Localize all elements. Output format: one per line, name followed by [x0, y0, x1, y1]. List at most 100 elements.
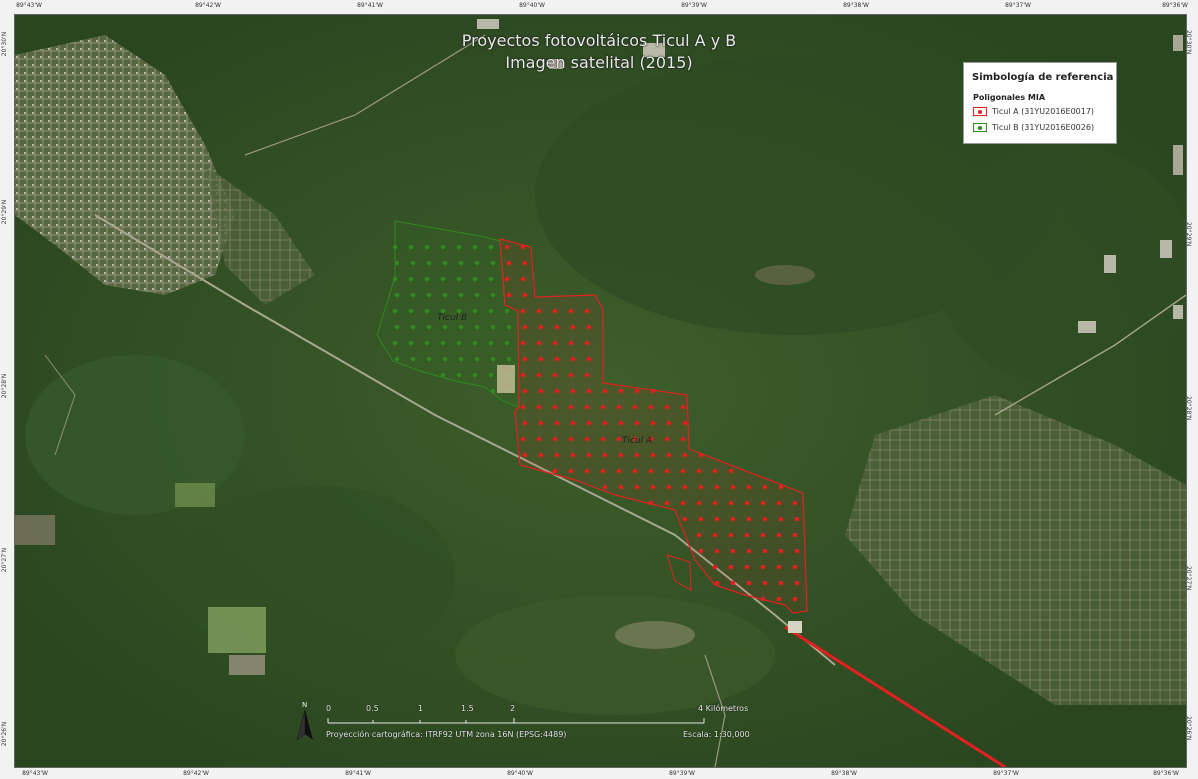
ticul-a-point [762, 548, 768, 554]
ticul-a-point [666, 484, 672, 490]
ticul-a-point [776, 564, 782, 570]
ticul-a-point [776, 596, 782, 602]
ticul-a-point [664, 500, 670, 506]
ticul-b-point [424, 340, 430, 346]
ticul-b-point [488, 340, 494, 346]
graticule-label: 20°27'N [1, 547, 8, 573]
ticul-a-point [728, 500, 734, 506]
ticul-a-point [618, 484, 624, 490]
legend-label: Ticul B (31YU2016E0026) [992, 123, 1095, 132]
ticul-a-point [728, 532, 734, 538]
ticul-b-point [458, 260, 464, 266]
ticul-a-point [698, 516, 704, 522]
ticul-b-point [488, 244, 494, 250]
ticul-a-point [522, 452, 528, 458]
scale-tick-label: 1.5 [461, 704, 474, 713]
ticul-b-point [490, 292, 496, 298]
ticul-b-point [474, 260, 480, 266]
label-ticul-b: Ticul B [437, 313, 468, 323]
ticul-a-point [520, 308, 526, 314]
ticul-b-point [410, 324, 416, 330]
ticul-b-point [424, 244, 430, 250]
graticule-label: 89°42'W [195, 2, 221, 9]
ticul-a-point [698, 452, 704, 458]
lot [1160, 240, 1172, 258]
ticul-b-point [410, 292, 416, 298]
lot [477, 19, 499, 29]
ticul-a-point [568, 340, 574, 346]
graticule-label: 20°27'N [1184, 566, 1192, 591]
ticul-b-point [394, 356, 400, 362]
ticul-a-point [602, 388, 608, 394]
ticul-a-point [696, 500, 702, 506]
north-arrow-icon: N [296, 701, 313, 741]
ticul-a-point [554, 420, 560, 426]
ticul-a-point [746, 548, 752, 554]
ticul-a-point [584, 340, 590, 346]
ticul-a-point [666, 452, 672, 458]
lot [1104, 255, 1116, 273]
ticul-a-point [666, 420, 672, 426]
ticul-b-point [424, 308, 430, 314]
ticul-a-point [504, 276, 510, 282]
scale-end-label: 4 Kilómetros [698, 704, 749, 713]
ticul-b-point [506, 324, 512, 330]
ticul-a-point [552, 340, 558, 346]
ticul-a-point [746, 580, 752, 586]
ticul-b-point [474, 324, 480, 330]
ticul-a-point [634, 484, 640, 490]
graticule-label: 89°36'W [1162, 2, 1188, 9]
ticul-a-point [616, 468, 622, 474]
ticul-a-point [794, 580, 800, 586]
graticule-label: 89°37'W [1005, 2, 1031, 9]
ticul-a-point [632, 404, 638, 410]
ticul-b-point [408, 244, 414, 250]
ticul-a-point [778, 516, 784, 522]
ticul-b-point [426, 260, 432, 266]
lot [1078, 321, 1096, 333]
ticul-b-point [426, 324, 432, 330]
graticule-label: 20°26'N [1184, 716, 1192, 741]
ticul-a-point [664, 404, 670, 410]
ticul-b-point [490, 260, 496, 266]
graticule-label: 89°37'W [993, 770, 1019, 777]
ticul-a-point [520, 244, 526, 250]
ticul-a-point [536, 308, 542, 314]
ticul-a-point [760, 532, 766, 538]
ticul-b-point [392, 308, 398, 314]
ticul-a-point [570, 452, 576, 458]
graticule-label: 89°43'W [22, 770, 48, 777]
ticul-a-point [730, 548, 736, 554]
ticul-a-point [586, 356, 592, 362]
ticul-b-point [442, 292, 448, 298]
projection-note: Proyección cartográfica: ITRF92 UTM zona… [326, 730, 567, 739]
graticule-label: 20°28'N [1184, 396, 1192, 421]
ticul-a-point [602, 484, 608, 490]
ticul-a-point [522, 356, 528, 362]
map-figure: 89°43'W 89°42'W 89°41'W 89°40'W 89°39'W … [0, 0, 1198, 779]
ticul-a-point [570, 388, 576, 394]
ticul-a-point [522, 388, 528, 394]
ticul-a-point [618, 420, 624, 426]
ticul-b-point [410, 356, 416, 362]
legend-swatch-red [973, 107, 987, 116]
ticul-b-point [440, 372, 446, 378]
vegetation-patch [935, 145, 1186, 385]
ticul-a-point [586, 452, 592, 458]
ticul-a-point [520, 340, 526, 346]
ticul-a-point [648, 468, 654, 474]
ticul-a-point [762, 516, 768, 522]
ticul-b-point [490, 356, 496, 362]
ticul-b-point [456, 276, 462, 282]
scale-tick-label: 0.5 [366, 704, 379, 713]
ticul-a-point [698, 548, 704, 554]
ticul-b-point [442, 324, 448, 330]
ticul-a-point [778, 580, 784, 586]
ticul-a-point [744, 564, 750, 570]
ticul-b-point [408, 308, 414, 314]
ticul-a-point [762, 580, 768, 586]
ticul-b-point [440, 244, 446, 250]
graticule-label: 20°29'N [1184, 222, 1192, 247]
scale-ratio: Escala: 1:30,000 [683, 730, 750, 739]
clearing [229, 655, 265, 675]
